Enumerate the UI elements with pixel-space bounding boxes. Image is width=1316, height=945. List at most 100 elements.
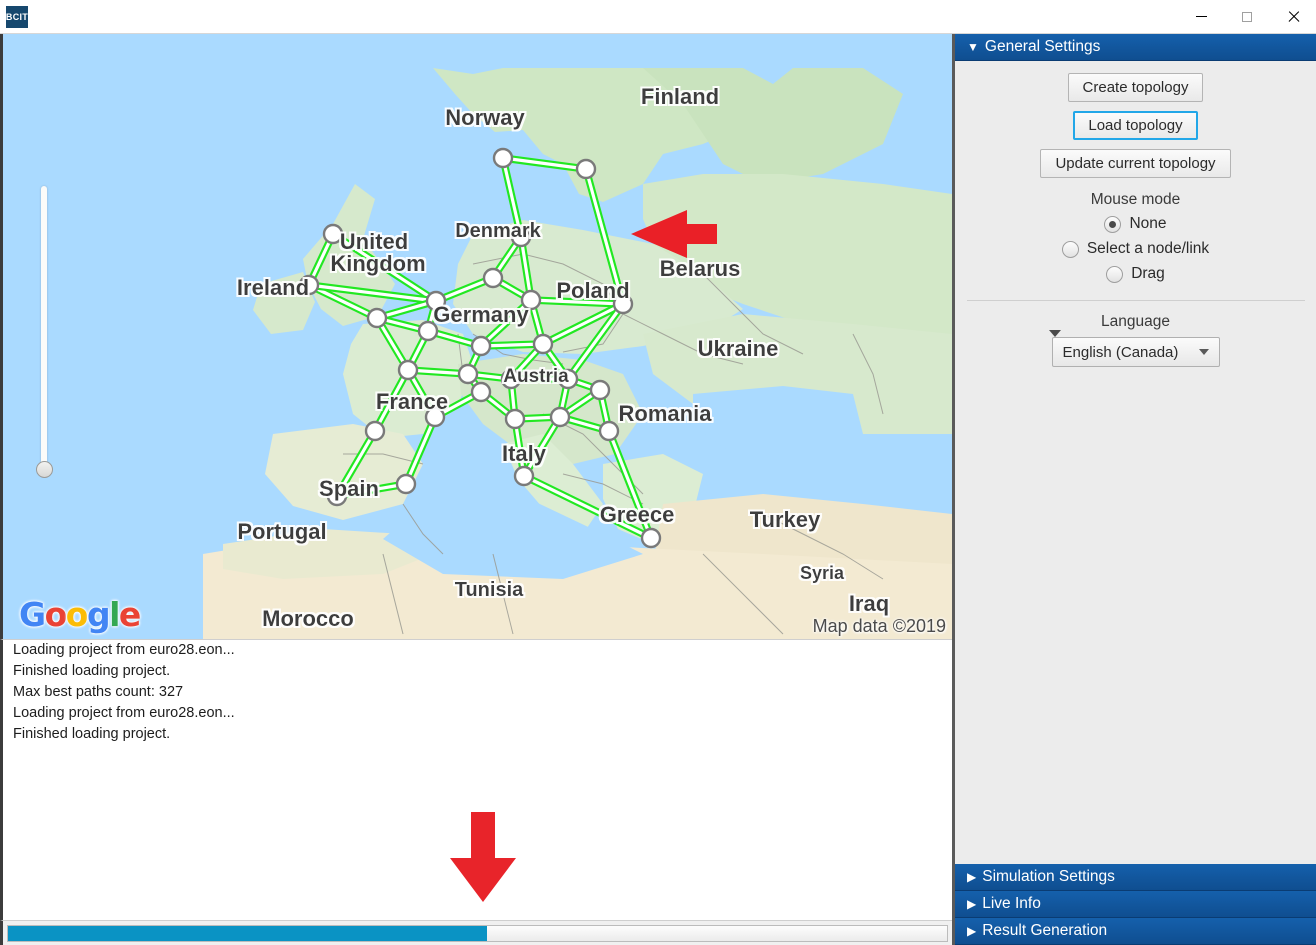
mouse-mode-option-none[interactable]: None [955,215,1316,233]
chevron-down-icon [1198,349,1209,355]
create-topology-button[interactable]: Create topology [1067,73,1204,102]
topology-node[interactable] [640,527,662,549]
map-country-label: Greece [600,502,675,527]
topology-node[interactable] [504,408,526,430]
topology-node[interactable] [589,379,611,401]
topology-node[interactable] [598,420,620,442]
title-bar: BCIT [0,0,1316,34]
language-marker-icon [1048,330,1061,337]
google-logo: Google [19,595,141,634]
minimize-button[interactable] [1178,0,1224,34]
google-logo-l: l [109,595,120,634]
map-country-label: Iraq [849,591,889,616]
topology-node[interactable] [575,158,597,180]
mouse-mode-label-drag: Drag [1131,265,1165,282]
topology-node[interactable] [397,359,419,381]
close-icon [1287,11,1299,23]
accordion-header-result-generation[interactable]: ▶ Result Generation [955,918,1316,945]
radio-drag-icon[interactable] [1106,265,1124,283]
log-line: Finished loading project. [13,663,171,679]
mouse-mode-label: Mouse mode [1090,191,1181,208]
topology-node[interactable] [470,335,492,357]
maximize-button[interactable] [1224,0,1270,34]
language-select[interactable]: English (Canada) [1051,337,1220,367]
settings-divider [966,300,1305,301]
map-country-label: France [376,389,448,414]
chevron-right-icon: ▶ [967,870,977,884]
language-select-value: English (Canada) [1062,343,1179,361]
accordion-title-simulation-settings: Simulation Settings [982,868,1115,885]
map-country-label: Kingdom [330,251,425,276]
map-country-label: Portugal [237,519,326,544]
mouse-mode-option-drag[interactable]: Drag [955,265,1316,283]
application-window: BCIT Norway Finland Denmark United Kingd… [0,0,1316,945]
log-annotation-arrow-icon [450,812,516,902]
settings-sidebar: ▼ General Settings Create topology Load … [952,34,1316,945]
topology-node[interactable] [470,381,492,403]
progress-bar-track [7,924,948,942]
map-country-label: Poland [556,278,629,303]
accordion-title-live-info: Live Info [982,895,1041,912]
window-controls [1178,0,1316,34]
close-button[interactable] [1270,0,1316,34]
mouse-mode-label-none: None [1129,215,1167,232]
topology-node[interactable] [513,465,535,487]
chevron-right-icon: ▶ [967,924,977,938]
topology-node[interactable] [532,333,554,355]
zoom-slider-track[interactable] [41,186,47,474]
map-country-label: Tunisia [455,579,524,601]
zoom-slider-knob[interactable] [36,461,53,478]
map-country-label: Italy [502,441,547,466]
log-line: Max best paths count: 327 [13,684,184,700]
google-logo-o1: o [44,595,68,634]
radio-none-icon[interactable] [1104,215,1122,233]
topology-node[interactable] [366,307,388,329]
map-country-label: Spain [319,476,379,501]
progress-bar-area [0,920,952,945]
map-view[interactable]: Norway Finland Denmark United Kingdom Ireland… [0,34,952,639]
minimize-icon [1195,16,1207,17]
topology-node[interactable] [549,406,571,428]
map-country-label: Denmark [455,220,541,242]
mouse-mode-option-select[interactable]: Select a node/link [955,240,1316,258]
topology-node[interactable] [395,473,417,495]
google-logo-e: e [118,595,141,634]
app-logo-icon: BCIT [6,5,28,28]
map-zoom-slider[interactable] [36,186,53,486]
accordion-header-live-info[interactable]: ▶ Live Info [955,891,1316,918]
update-current-topology-button[interactable]: Update current topology [1040,149,1231,178]
map-country-label: Ireland [237,275,309,300]
log-line: Loading project from euro28.eon... [13,705,235,721]
map-country-label: Turkey [750,507,821,532]
map-country-label: Morocco [262,606,354,631]
google-logo-o2: o [65,595,89,634]
map-country-label: Romania [619,401,713,426]
accordion-title-general-settings: General Settings [984,38,1101,55]
map-canvas[interactable]: NorwayFinlandDenmarkUnitedKingdomIreland… [3,34,952,639]
accordion-header-general-settings[interactable]: ▼ General Settings [955,34,1316,61]
load-topology-button[interactable]: Load topology [1073,111,1198,140]
general-settings-body: Create topology Load topology Update cur… [955,61,1316,864]
radio-select-icon[interactable] [1061,240,1079,258]
map-country-label: Syria [800,563,845,583]
language-label: Language [1101,313,1170,330]
google-logo-g2: g [86,595,111,634]
topology-node[interactable] [492,147,514,169]
mouse-mode-label-select: Select a node/link [1086,240,1210,257]
language-select-wrapper: English (Canada) [1048,330,1220,367]
accordion-header-simulation-settings[interactable]: ▶ Simulation Settings [955,864,1316,891]
chevron-right-icon: ▶ [967,897,977,911]
google-logo-g1: G [19,595,46,634]
map-country-label: Belarus [660,256,741,281]
map-country-label: Austria [503,366,569,387]
map-country-label: Norway [445,105,525,130]
map-country-label: Ukraine [698,336,779,361]
log-line: Finished loading project. [13,726,171,742]
topology-node[interactable] [364,420,386,442]
title-bar-left: BCIT [0,5,28,28]
topology-node[interactable] [457,363,479,385]
map-country-label: Finland [641,84,719,109]
accordion-title-result-generation: Result Generation [982,922,1108,939]
topology-node[interactable] [482,267,504,289]
log-line: Loading project from euro28.eon... [13,642,235,658]
